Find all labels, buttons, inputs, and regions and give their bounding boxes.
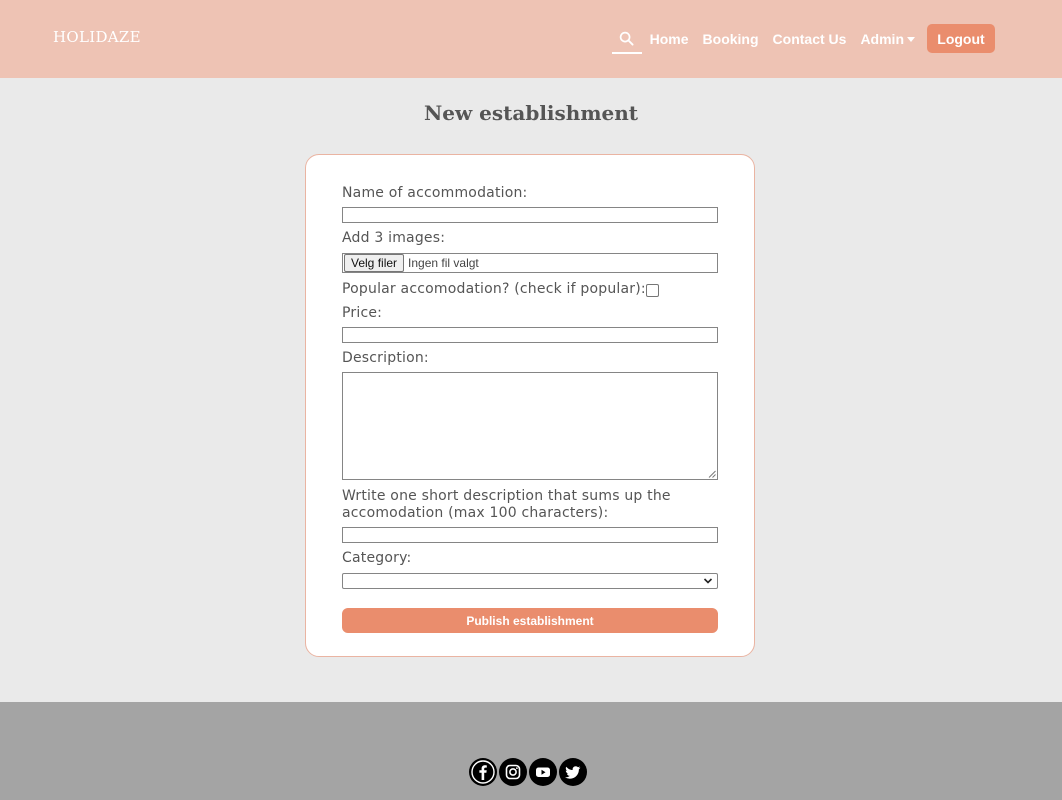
- description-textarea[interactable]: [342, 372, 718, 480]
- images-label: Add 3 images:: [342, 230, 446, 246]
- name-input[interactable]: [342, 207, 718, 223]
- resize-handle-icon[interactable]: [708, 470, 716, 478]
- images-file-input[interactable]: Velg filer Ingen fil valgt: [342, 253, 718, 273]
- choose-files-button[interactable]: Velg filer: [344, 254, 405, 272]
- instagram-link[interactable]: [499, 758, 527, 786]
- name-label: Name of accommodation:: [342, 185, 528, 201]
- short-description-label-line1: Wrtite one short description that sums u…: [342, 488, 671, 504]
- nav-link-contact[interactable]: Contact Us: [773, 31, 847, 47]
- nav-admin-dropdown[interactable]: Admin: [860, 31, 915, 47]
- nav-link-booking[interactable]: Booking: [703, 31, 759, 47]
- search-button[interactable]: [611, 23, 642, 54]
- nav-admin-label: Admin: [860, 30, 904, 47]
- short-description-input[interactable]: [342, 527, 718, 543]
- search-icon: [619, 31, 634, 46]
- main-nav: Home Booking Contact Us Admin Logout: [611, 23, 995, 54]
- short-description-label: Wrtite one short description that sums u…: [342, 488, 671, 522]
- footer: [0, 702, 1062, 800]
- description-label: Description:: [342, 350, 429, 366]
- price-label: Price:: [342, 305, 383, 321]
- twitter-icon: [565, 766, 581, 779]
- popular-label: Popular accomodation? (check if popular)…: [342, 281, 646, 297]
- youtube-link[interactable]: [529, 758, 557, 786]
- instagram-icon: [505, 764, 521, 780]
- chevron-down-icon: [703, 578, 713, 584]
- nav-link-home[interactable]: Home: [650, 31, 689, 47]
- popular-checkbox[interactable]: [646, 284, 659, 297]
- social-links: [469, 758, 587, 786]
- file-status-text: Ingen fil valgt: [408, 256, 479, 270]
- category-select[interactable]: [342, 573, 718, 589]
- new-establishment-form: Name of accommodation: Add 3 images: Vel…: [305, 154, 755, 657]
- top-navbar: HOLIDAZE Home Booking Contact Us Admin L…: [0, 0, 1062, 78]
- brand-logo[interactable]: HOLIDAZE: [53, 28, 141, 46]
- category-label: Category:: [342, 550, 412, 566]
- twitter-link[interactable]: [559, 758, 587, 786]
- facebook-link[interactable]: [469, 758, 497, 786]
- caret-down-icon: [907, 36, 915, 42]
- page-title: New establishment: [423, 101, 638, 125]
- publish-button[interactable]: Publish establishment: [342, 608, 718, 633]
- short-description-label-line2: accomodation (max 100 characters):: [342, 505, 609, 521]
- facebook-icon: [471, 760, 495, 784]
- logout-button[interactable]: Logout: [927, 24, 995, 53]
- youtube-icon: [536, 767, 550, 777]
- price-input[interactable]: [342, 327, 718, 343]
